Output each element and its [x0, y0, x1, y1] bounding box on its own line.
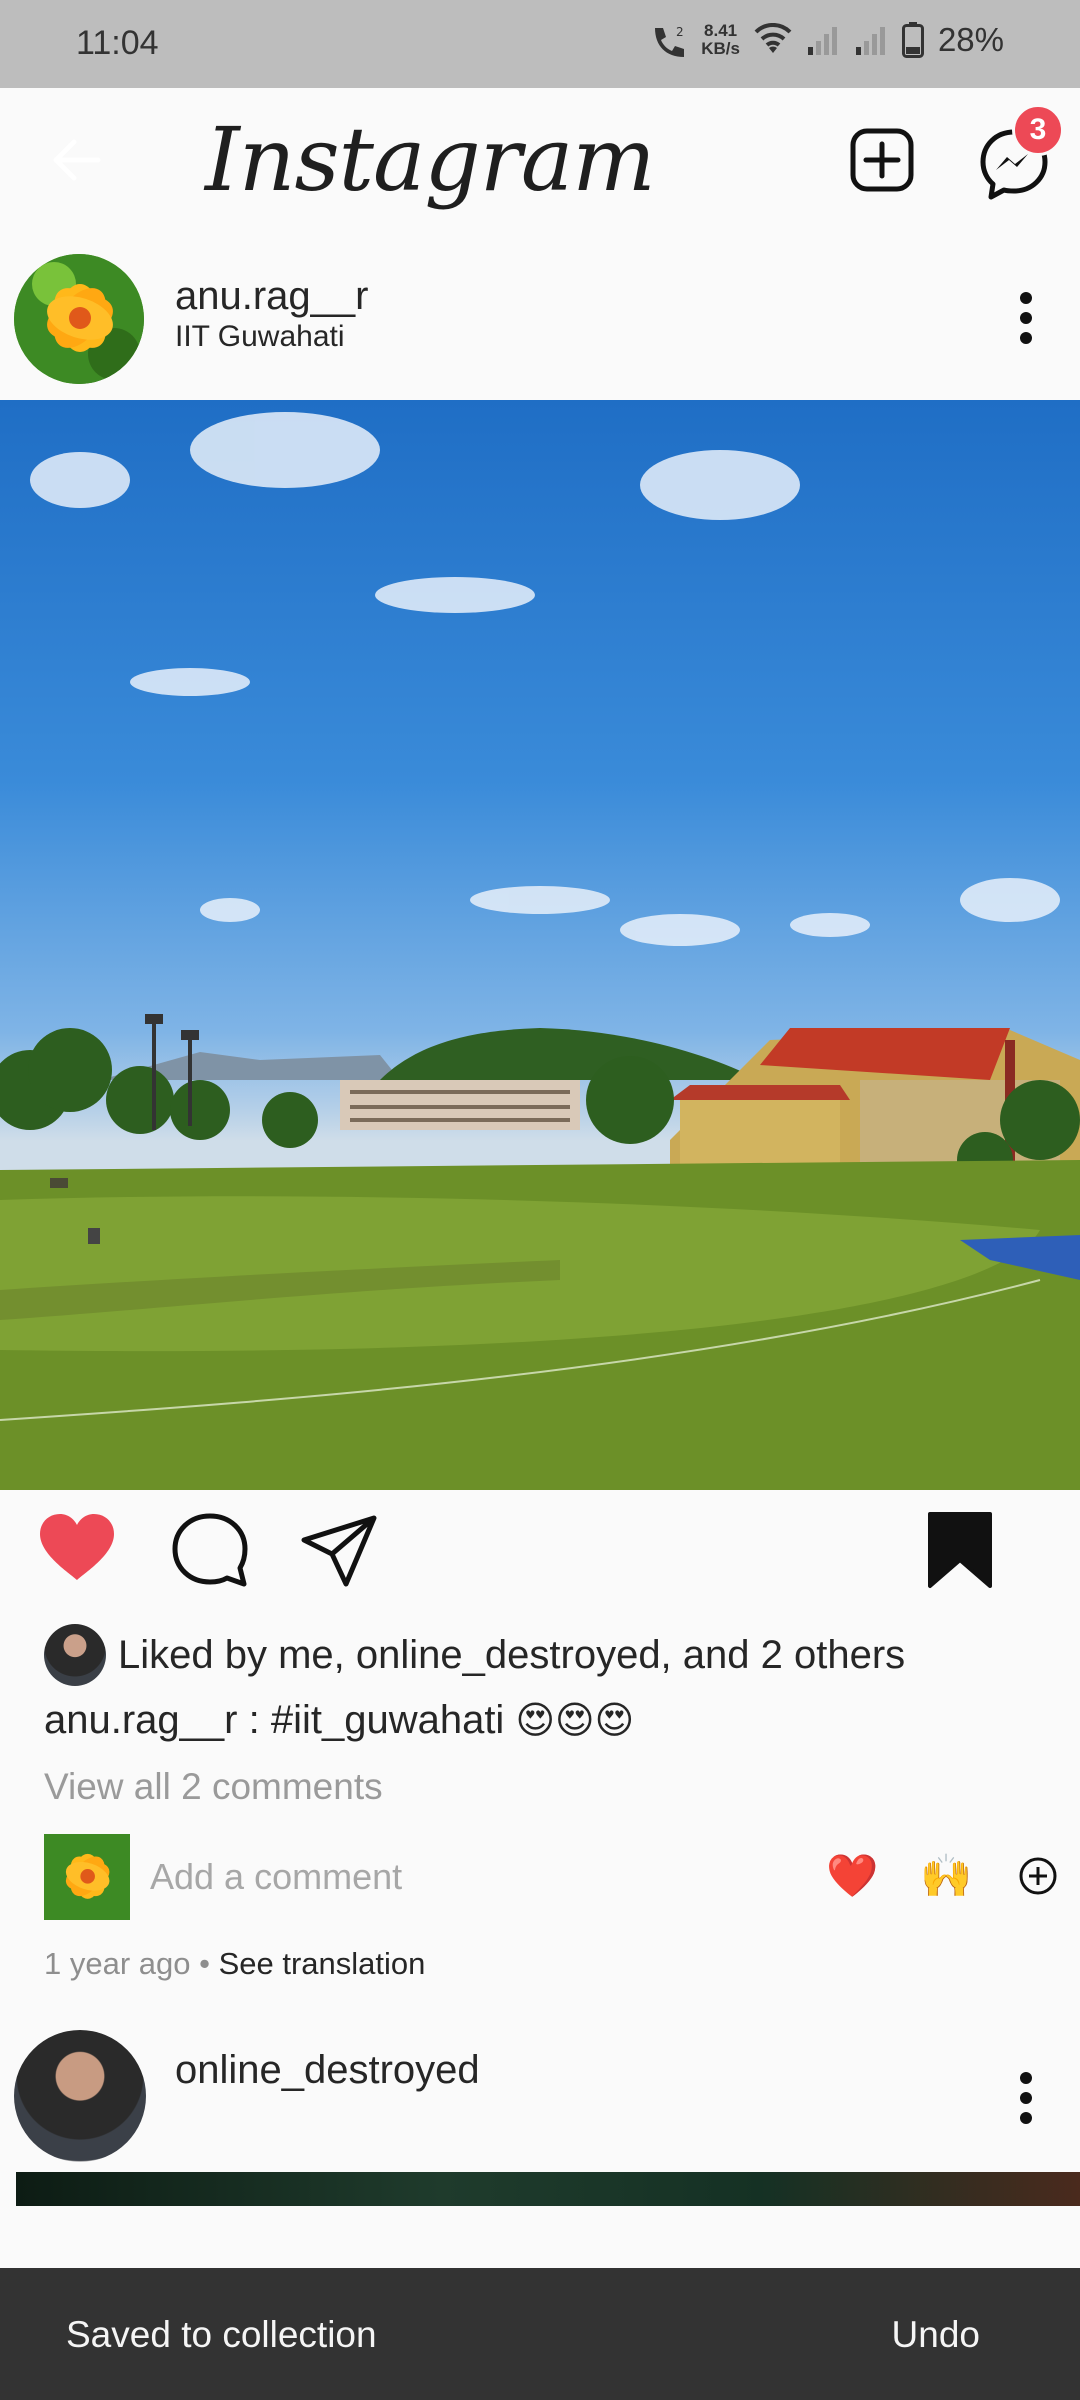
post-actions [0, 1490, 1080, 1610]
signal-2-icon [855, 27, 885, 55]
back-arrow-icon[interactable] [52, 138, 102, 182]
instagram-logo: Instagram [205, 108, 656, 211]
add-comment-row: Add a comment ❤️ 🙌 [44, 1834, 1064, 1926]
avatar[interactable] [14, 254, 144, 384]
add-comment-input[interactable]: Add a comment [150, 1856, 402, 1898]
battery-icon [901, 22, 924, 58]
view-all-comments-link[interactable]: View all 2 comments [44, 1766, 383, 1808]
dot-separator: • [190, 1946, 219, 1981]
wifi-icon [754, 23, 792, 53]
app-header: Instagram 3 [0, 88, 1080, 240]
more-options-icon[interactable] [1018, 290, 1034, 346]
caption-text: : #iit_guwahati [237, 1698, 516, 1742]
network-speed: 8.41 KB/s [701, 21, 740, 58]
snackbar-message: Saved to collection [66, 2314, 377, 2355]
share-send-icon[interactable] [300, 1512, 380, 1592]
flower-avatar-image [14, 254, 144, 384]
post-username[interactable]: anu.rag__r [175, 274, 368, 319]
status-icons: 2 8.41 KB/s 28% [647, 20, 1004, 60]
messenger-button[interactable]: 3 [978, 104, 1064, 200]
flower-avatar-small-image [44, 1834, 130, 1920]
post-location[interactable]: IIT Guwahati [175, 320, 345, 354]
post-timestamp: 1 year ago • See translation [44, 1946, 425, 1982]
undo-button[interactable]: Undo [892, 2314, 980, 2356]
wifi-call-icon: 2 [655, 25, 685, 57]
svg-text:2: 2 [676, 25, 684, 39]
liked-by-row[interactable]: Liked by me, online_destroyed, and 2 oth… [44, 1620, 905, 1690]
liker-avatar [44, 1624, 106, 1686]
campus-landscape-image [0, 412, 1080, 1490]
battery-percent: 28% [937, 21, 1004, 58]
post-photo[interactable] [0, 400, 1080, 1490]
post-header: anu.rag__r IIT Guwahati [0, 240, 1080, 400]
next-post-more-options-icon[interactable] [1018, 2070, 1034, 2126]
see-translation-link[interactable]: See translation [219, 1946, 426, 1981]
heart-reaction-button[interactable]: ❤️ [826, 1852, 878, 1901]
post-caption: anu.rag__r : #iit_guwahati 😍😍😍 [44, 1698, 634, 1743]
saved-bookmark-icon[interactable] [926, 1510, 994, 1590]
liked-by-text: Liked by me, online_destroyed, and 2 oth… [118, 1632, 906, 1677]
caption-username[interactable]: anu.rag__r [44, 1698, 237, 1742]
next-post-username[interactable]: online_destroyed [175, 2048, 480, 2093]
signal-1-icon [807, 27, 837, 55]
my-avatar [44, 1834, 130, 1920]
status-time: 11:04 [76, 24, 159, 62]
messages-badge: 3 [1012, 104, 1064, 156]
comment-icon[interactable] [170, 1512, 250, 1592]
caption-emojis: 😍😍😍 [515, 1700, 635, 1742]
raised-hands-reaction-button[interactable]: 🙌 [920, 1852, 972, 1901]
add-emoji-plus-icon[interactable] [1018, 1856, 1058, 1896]
time-ago: 1 year ago [44, 1946, 191, 1981]
new-post-icon[interactable] [850, 128, 914, 192]
next-post-image-preview[interactable] [16, 2172, 1080, 2206]
status-bar: 11:04 2 8.41 KB/s 28% [0, 0, 1080, 88]
like-heart-icon[interactable] [38, 1512, 116, 1582]
snackbar: Saved to collection Undo [0, 2268, 1080, 2400]
next-post-avatar[interactable] [14, 2030, 146, 2162]
